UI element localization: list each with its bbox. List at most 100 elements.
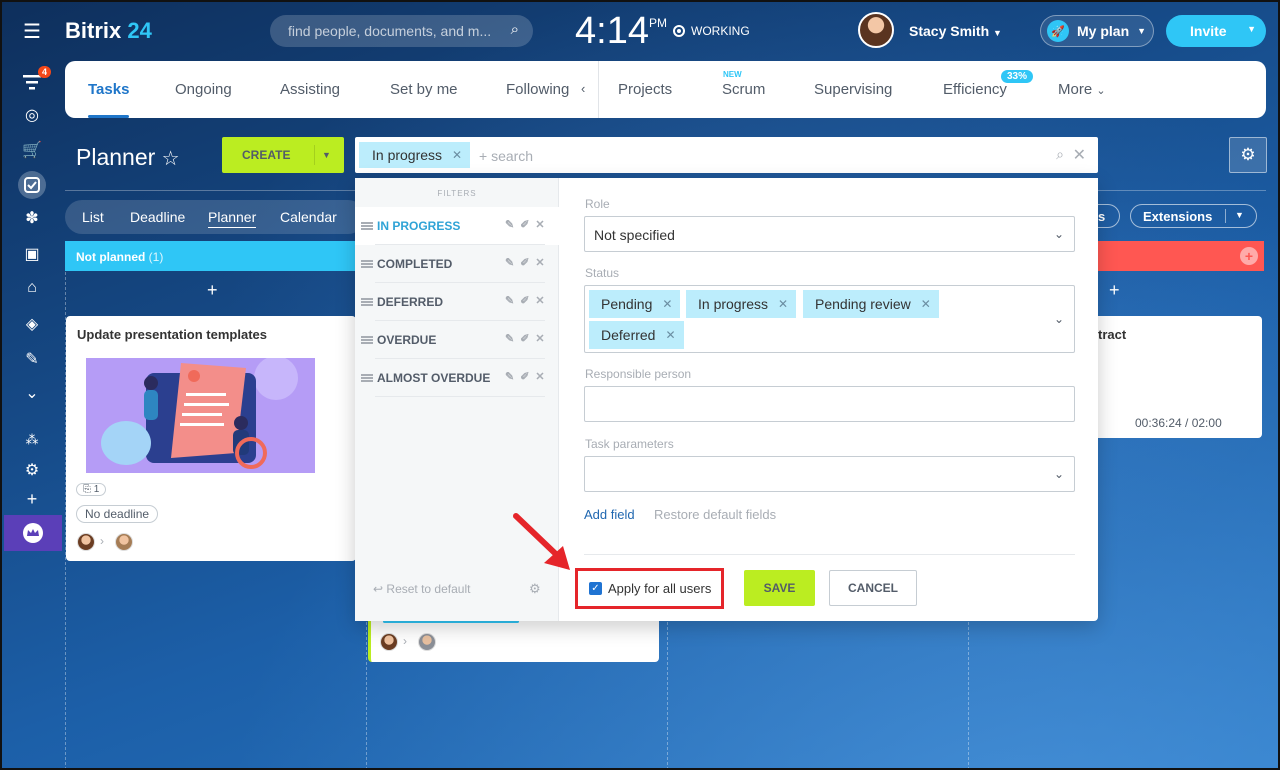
robot-icon[interactable]: ⌂ xyxy=(20,276,44,300)
tasks-icon[interactable] xyxy=(18,171,46,199)
tab-tasks[interactable]: Tasks xyxy=(88,81,130,118)
pin-edit-delete-icons[interactable]: ✎✐✕ xyxy=(505,370,551,383)
task-title[interactable]: tract xyxy=(1098,327,1126,342)
add-task-icon[interactable]: + xyxy=(207,280,218,301)
create-divider xyxy=(314,145,315,165)
pin-edit-delete-icons[interactable]: ✎✐✕ xyxy=(505,218,551,231)
chevron-down-icon: ⌄ xyxy=(1053,227,1064,241)
save-button[interactable]: SAVE xyxy=(744,570,815,606)
status-chip-pending[interactable]: Pending ✕ xyxy=(589,290,681,318)
task-title[interactable]: Update presentation templates xyxy=(77,327,267,342)
params-select[interactable]: ⌄ xyxy=(584,456,1075,492)
filter-preset-deferred[interactable]: DEFERRED ✎✐✕ xyxy=(355,283,559,321)
close-icon[interactable]: ✕ xyxy=(662,297,672,311)
drag-handle-icon[interactable] xyxy=(361,260,373,268)
global-search-input[interactable]: find people, documents, and m... ⌕ xyxy=(270,15,533,47)
drag-handle-icon[interactable] xyxy=(361,374,373,382)
tab-efficiency[interactable]: Efficiency xyxy=(943,81,1007,98)
add-field-link[interactable]: Add field xyxy=(584,507,635,522)
drag-handle-icon[interactable] xyxy=(361,336,373,344)
filter-search-input[interactable]: + search xyxy=(479,148,533,164)
cart-icon[interactable]: 🛒 xyxy=(20,138,44,162)
pin-edit-delete-icons[interactable]: ✎✐✕ xyxy=(505,294,551,307)
tab-following[interactable]: Following xyxy=(506,81,569,98)
checkmark-icon[interactable]: ✓ xyxy=(589,582,602,595)
drag-handle-icon[interactable] xyxy=(361,222,373,230)
target-icon[interactable]: ◎ xyxy=(20,103,44,127)
apply-all-users-checkbox[interactable]: ✓ Apply for all users xyxy=(575,568,724,609)
filter-search-bar[interactable]: In progress ✕ + search ⌕ ✕ xyxy=(355,137,1098,173)
reset-to-default-link[interactable]: ↩ Reset to default xyxy=(373,582,470,596)
tab-supervising[interactable]: Supervising xyxy=(814,81,892,98)
chevron-down-icon: ▼ xyxy=(1137,26,1147,36)
pin-edit-delete-icons[interactable]: ✎✐✕ xyxy=(505,332,551,345)
task-card[interactable]: tract 00:36:24 / 02:00 xyxy=(1098,316,1262,438)
add-icon[interactable]: + xyxy=(20,487,44,511)
tab-projects[interactable]: Projects xyxy=(618,81,672,98)
settings-gear-button[interactable]: ⚙ xyxy=(1229,137,1267,173)
view-list[interactable]: List xyxy=(82,209,104,225)
pin-edit-delete-icons[interactable]: ✎✐✕ xyxy=(505,256,551,269)
column-header-not-planned[interactable]: Not planned (1) xyxy=(65,241,355,271)
view-deadline[interactable]: Deadline xyxy=(130,209,185,225)
view-planner[interactable]: Planner xyxy=(208,209,257,228)
contact-center-icon[interactable]: ▣ xyxy=(20,242,44,266)
tab-set-by-me[interactable]: Set by me xyxy=(390,81,458,98)
close-icon[interactable]: ✕ xyxy=(921,297,931,311)
tab-ongoing[interactable]: Ongoing xyxy=(175,81,232,98)
creator-avatar[interactable] xyxy=(77,533,95,551)
responsible-avatar[interactable] xyxy=(115,533,133,551)
hamburger-menu-icon[interactable]: ☰ xyxy=(20,19,44,43)
search-icon[interactable]: ⌕ xyxy=(511,21,519,38)
tab-scrum[interactable]: Scrum xyxy=(722,81,765,98)
status-chip-in-progress[interactable]: In progress ✕ xyxy=(686,290,797,318)
crown-plan-icon[interactable] xyxy=(4,515,62,551)
tab-assisting[interactable]: Assisting xyxy=(280,81,340,98)
filter-preset-almost-overdue[interactable]: ALMOST OVERDUE ✎✐✕ xyxy=(355,359,559,397)
filter-preset-completed[interactable]: COMPLETED ✎✐✕ xyxy=(355,245,559,283)
filter-preset-in-progress[interactable]: IN PROGRESS ✎✐✕ xyxy=(355,207,559,245)
add-task-icon[interactable]: + xyxy=(1109,280,1120,301)
bitrix-logo[interactable]: Bitrix 24 xyxy=(65,18,152,44)
create-button[interactable]: CREATE ▼ xyxy=(222,137,344,173)
filter-chip-in-progress[interactable]: In progress ✕ xyxy=(359,142,471,168)
settings-icon[interactable]: ⚙ xyxy=(20,458,44,482)
role-select[interactable]: Not specified ⌄ xyxy=(584,216,1075,252)
responsible-avatar[interactable] xyxy=(418,633,436,651)
task-card[interactable]: Update presentation templates ⎘ 1 No dea… xyxy=(66,316,356,561)
search-icon[interactable]: ⌕ xyxy=(1056,146,1064,163)
restore-fields-link[interactable]: Restore default fields xyxy=(654,507,776,522)
close-icon[interactable]: ✕ xyxy=(665,328,675,342)
responsible-input[interactable] xyxy=(584,386,1075,422)
filter-preset-overdue[interactable]: OVERDUE ✎✐✕ xyxy=(355,321,559,359)
cancel-button[interactable]: CANCEL xyxy=(829,570,917,606)
close-icon[interactable]: ✕ xyxy=(778,297,788,311)
tab-more[interactable]: More ⌄ xyxy=(1058,81,1106,98)
status-chip-deferred[interactable]: Deferred ✕ xyxy=(589,321,684,349)
sign-icon[interactable]: ✎ xyxy=(20,347,44,371)
creator-avatar[interactable] xyxy=(380,633,398,651)
add-circle-icon[interactable]: + xyxy=(1240,247,1258,265)
deadline-badge[interactable]: No deadline xyxy=(76,505,159,523)
user-avatar[interactable] xyxy=(858,12,894,48)
view-calendar[interactable]: Calendar xyxy=(280,209,337,225)
status-multiselect[interactable]: Pending ✕ In progress ✕ Pending review ✕ De… xyxy=(584,285,1075,353)
chevron-left-icon[interactable]: ‹ xyxy=(581,81,585,96)
sitemap-icon[interactable]: ⁂ xyxy=(20,428,44,452)
chevron-down-icon[interactable]: ▼ xyxy=(322,150,331,160)
expand-more-icon[interactable]: ⌄ xyxy=(20,381,44,405)
my-plan-button[interactable]: 🚀 My plan ▼ xyxy=(1040,15,1154,47)
invite-button[interactable]: Invite ▼ xyxy=(1166,15,1266,47)
user-menu[interactable]: Stacy Smith ▼ xyxy=(909,23,1002,39)
close-icon[interactable]: ✕ xyxy=(452,148,462,162)
star-icon[interactable]: ☆ xyxy=(162,148,180,170)
drag-handle-icon[interactable] xyxy=(361,298,373,306)
filter-settings-icon[interactable]: ⚙ xyxy=(529,581,541,597)
view-switcher: List Deadline Planner Calendar xyxy=(65,200,365,234)
extensions-button[interactable]: Extensions ▼ xyxy=(1130,204,1257,228)
inventory-icon[interactable]: ◈ xyxy=(20,312,44,336)
sites-icon[interactable]: ✽ xyxy=(20,206,44,230)
work-status[interactable]: WORKING xyxy=(673,24,750,38)
status-chip-pending-review[interactable]: Pending review ✕ xyxy=(803,290,939,318)
clear-icon[interactable]: ✕ xyxy=(1073,145,1086,165)
